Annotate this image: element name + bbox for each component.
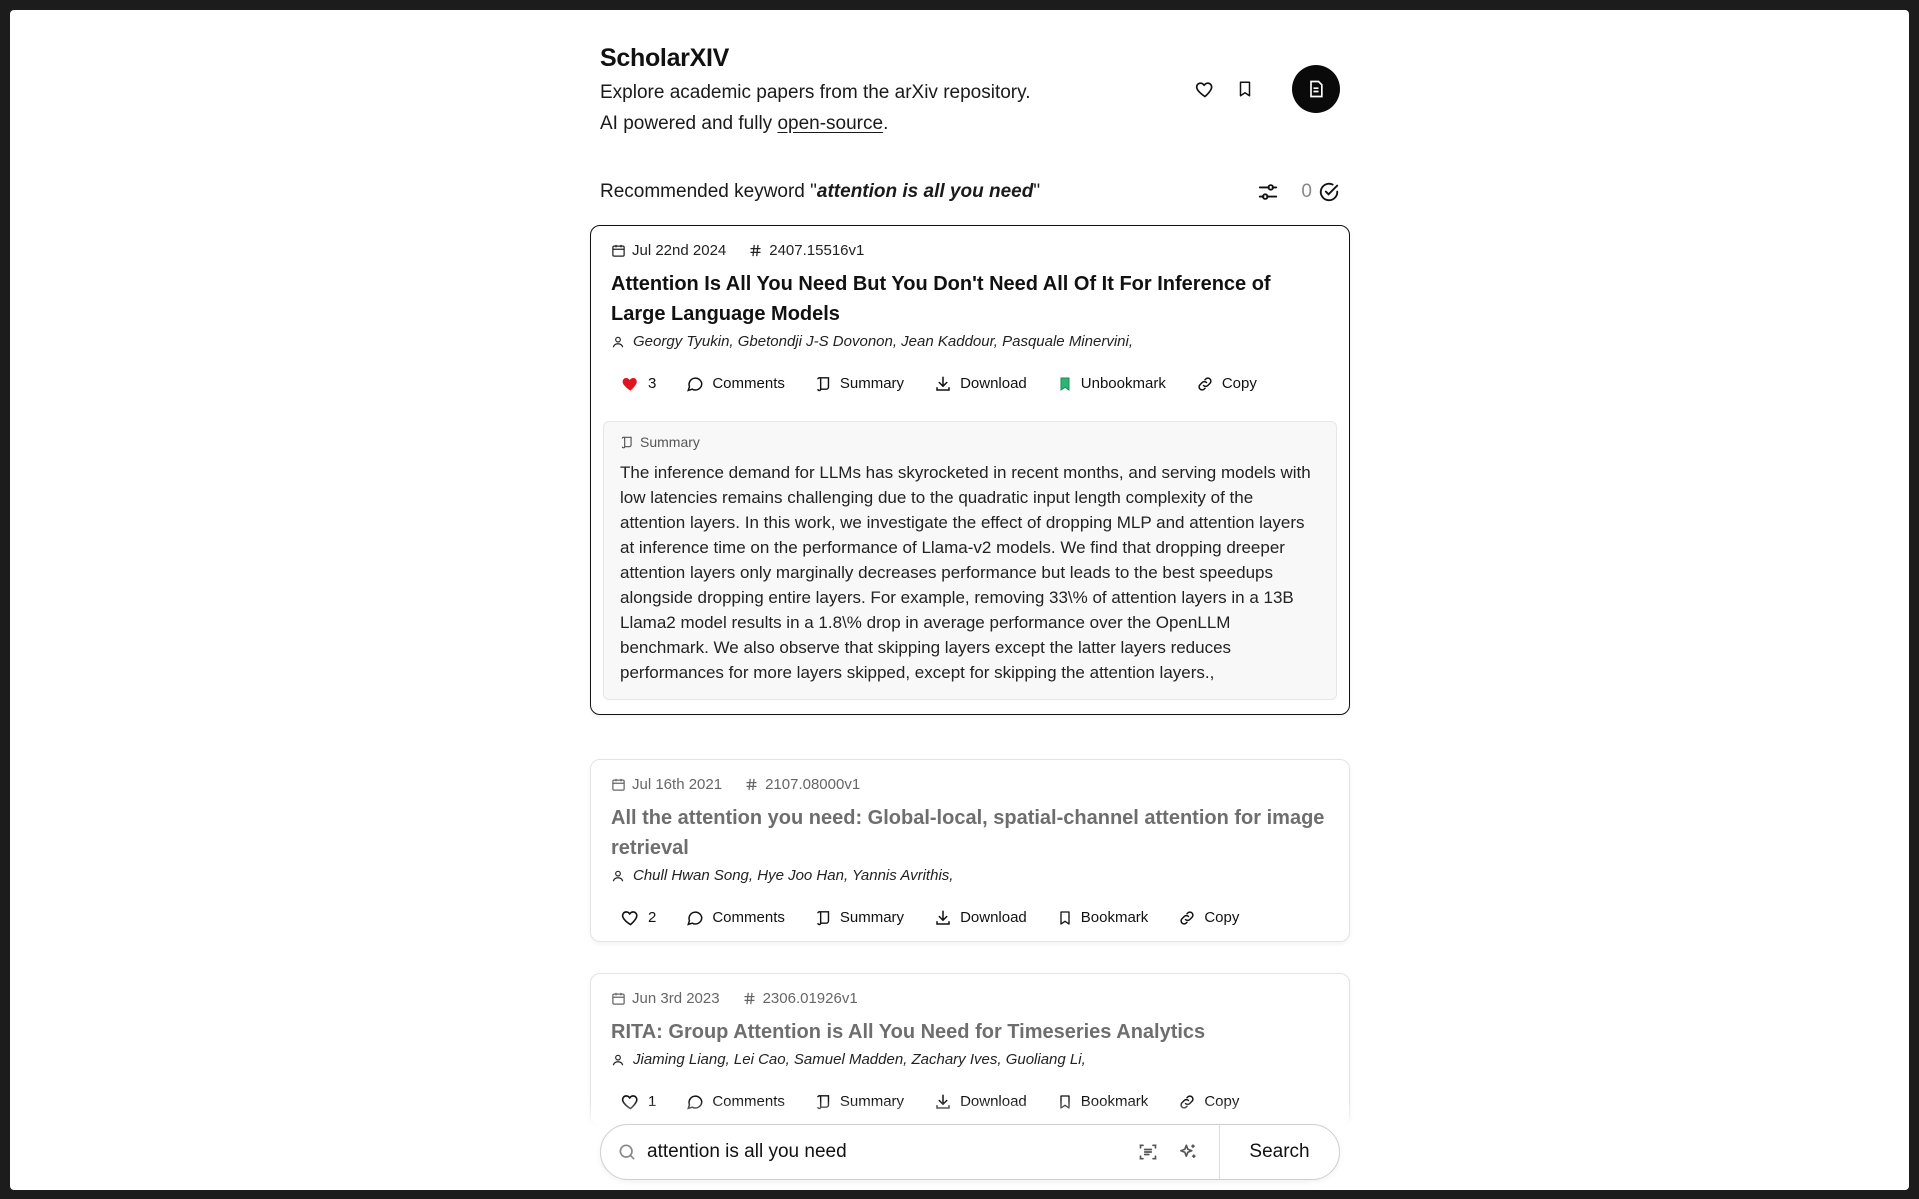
paper-actions: 2 Comments Summary Download Bookmark Cop… [611,908,1329,927]
summary-button[interactable]: Summary [815,909,904,926]
filter-sliders-icon[interactable] [1257,181,1279,203]
brand-title: ScholarXIV [600,44,729,72]
paper-date: Jun 3rd 2023 [632,990,720,1007]
summary-panel: Summary The inference demand for LLMs ha… [603,421,1337,700]
bookmark-button[interactable]: Bookmark [1057,909,1148,927]
avatar[interactable] [1292,65,1340,113]
read-count[interactable]: 0 [1301,181,1340,203]
paper-id[interactable]: 2407.15516v1 [769,242,864,259]
header-actions [1194,65,1340,113]
link-icon [1180,910,1194,925]
paper-title[interactable]: Attention Is All You Need But You Don't … [611,269,1329,329]
filter-controls: 0 [1257,181,1340,203]
comments-button[interactable]: Comments [686,909,785,927]
like-button[interactable]: 3 [621,374,656,393]
comments-button[interactable]: Comments [686,375,785,393]
paper-authors: Jiaming Liang, Lei Cao, Samuel Madden, Z… [611,1051,1329,1068]
open-source-link[interactable]: open-source [777,113,883,134]
paper-card[interactable]: Jul 22nd 2024 2407.15516v1 Attention Is … [590,225,1350,715]
ai-sparkles-icon[interactable] [1177,1141,1199,1163]
search-bar: Search [600,1124,1340,1180]
paper-date: Jul 16th 2021 [632,776,723,793]
copy-link-button[interactable]: Copy [1196,375,1257,393]
heart-icon [621,911,638,926]
calendar-icon [612,244,625,257]
copy-link-button[interactable]: Copy [1178,909,1239,927]
link-icon [1198,376,1212,391]
main-column: ScholarXIV Explore academic papers from … [590,10,1350,1190]
unbookmark-button[interactable]: Unbookmark [1057,375,1166,393]
scroll-icon [817,377,830,392]
paper-meta: Jul 16th 2021 2107.08000v1 [611,776,1329,793]
paper-actions: 3 Comments Summary Download Unbookmark C… [611,374,1329,393]
hash-icon [746,778,757,791]
search-icon [617,1142,637,1162]
summary-heading: Summary [620,434,1320,450]
paper-authors: Georgy Tyukin, Gbetondji J-S Dovonon, Je… [611,333,1329,350]
download-icon [936,376,950,391]
tagline: Explore academic papers from the arXiv r… [600,82,1031,134]
search-input[interactable] [647,1141,1127,1163]
comment-icon [687,376,703,391]
calendar-icon [612,992,625,1005]
user-icon [612,1054,624,1065]
brand-header: ScholarXIV Explore academic papers from … [600,44,1031,139]
paper-meta: Jun 3rd 2023 2306.01926v1 [611,990,1329,1007]
search-button[interactable]: Search [1219,1125,1339,1179]
bookmark-icon [1060,910,1070,925]
download-icon [936,910,950,925]
scroll-icon [621,436,632,449]
app-window: ScholarXIV Explore academic papers from … [10,10,1909,1190]
bookmark-filled-icon [1060,377,1070,391]
paper-id[interactable]: 2107.08000v1 [765,776,860,793]
paper-card[interactable]: Jul 16th 2021 2107.08000v1 All the atten… [590,759,1350,942]
download-button[interactable]: Download [934,909,1027,927]
scroll-icon [817,911,830,926]
recommended-keyword-row: Recommended keyword "attention is all yo… [600,176,1340,208]
heart-filled-icon [622,377,637,391]
paper-date: Jul 22nd 2024 [632,242,727,259]
bookmarks-icon[interactable] [1234,78,1256,100]
summary-button[interactable]: Summary [815,375,904,392]
favorites-heart-icon[interactable] [1194,78,1216,100]
calendar-icon [612,778,625,791]
check-circle-icon [1319,182,1339,202]
search-tools [1137,1141,1219,1163]
recommended-keyword-value[interactable]: attention is all you need [817,181,1033,202]
paper-authors: Chull Hwan Song, Hye Joo Han, Yannis Avr… [611,867,1329,884]
user-icon [612,336,624,347]
scan-text-icon[interactable] [1137,1141,1159,1163]
comment-icon [687,910,703,925]
like-button[interactable]: 2 [621,908,656,927]
hash-icon [744,992,755,1005]
paper-meta: Jul 22nd 2024 2407.15516v1 [611,242,1329,259]
paper-id[interactable]: 2306.01926v1 [763,990,858,1007]
paper-title[interactable]: All the attention you need: Global-local… [611,803,1329,863]
paper-title[interactable]: RITA: Group Attention is All You Need fo… [611,1017,1329,1047]
download-button[interactable]: Download [934,375,1027,393]
hash-icon [750,244,761,257]
user-icon [612,870,624,881]
recommended-keyword: Recommended keyword "attention is all yo… [600,181,1041,202]
summary-text: The inference demand for LLMs has skyroc… [620,463,1311,682]
